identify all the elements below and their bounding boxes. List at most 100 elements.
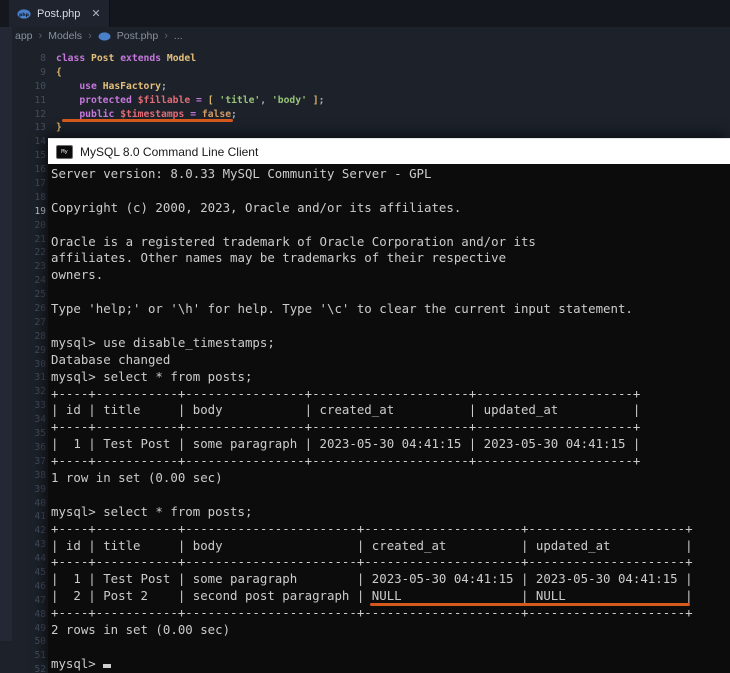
line-number: 43: [34, 539, 46, 551]
console-line: | 1 | Test Post | some paragraph | 2023-…: [51, 571, 693, 587]
code-line: {: [56, 66, 62, 78]
line-number: 46: [34, 580, 46, 592]
console-line: | id | title | body | created_at | updat…: [51, 402, 641, 418]
svg-text:php: php: [19, 11, 30, 17]
line-number: 25: [34, 289, 46, 301]
code-line: }: [56, 122, 62, 134]
mysql-window-title: MySQL 8.0 Command Line Client: [80, 144, 259, 159]
line-number: 28: [34, 330, 46, 342]
console-output: Server version: 8.0.33 MySQL Community S…: [51, 166, 730, 656]
line-number: 40: [34, 497, 46, 509]
mysql-titlebar[interactable]: My MySQL 8.0 Command Line Client: [48, 138, 730, 164]
terminal-cursor: [102, 663, 111, 668]
line-number: 19: [34, 205, 46, 217]
mysql-console-icon: My: [56, 144, 73, 159]
line-number: 24: [34, 275, 46, 287]
line-number: 10: [34, 80, 46, 92]
console-line: +----+-----------+----------------------…: [51, 554, 693, 570]
chevron-right-icon: ›: [164, 30, 168, 42]
line-number: 18: [34, 191, 46, 203]
chevron-right-icon: ›: [88, 30, 92, 42]
console-line: Database changed: [51, 351, 171, 367]
console-prompt: mysql>: [51, 655, 96, 671]
console-line: affiliates. Other names may be trademark…: [51, 250, 507, 266]
console-line: Server version: 8.0.33 MySQL Community S…: [51, 166, 432, 181]
line-number: 27: [34, 316, 46, 328]
annotation-underline-editor: [62, 119, 233, 122]
line-number: 49: [34, 622, 46, 634]
line-number: 23: [34, 261, 46, 273]
code-line: protected $fillable = [ 'title', 'body' …: [79, 94, 325, 106]
code-line: use HasFactory;: [79, 80, 167, 92]
line-number: 31: [34, 372, 46, 384]
breadcrumb-item-app[interactable]: app: [15, 30, 33, 42]
line-number: 39: [34, 483, 46, 495]
line-number: 38: [34, 469, 46, 481]
console-line: Copyright (c) 2000, 2023, Oracle and/or …: [51, 199, 462, 215]
console-line: 1 row in set (0.00 sec): [51, 470, 223, 486]
line-number: 14: [34, 136, 46, 148]
line-number: 20: [34, 219, 46, 231]
line-number: 29: [34, 344, 46, 356]
line-number: 13: [34, 122, 46, 134]
console-line: +----+-----------+----------------------…: [51, 520, 693, 536]
console-line: Oracle is a registered trademark of Orac…: [51, 233, 536, 249]
tab-post-php[interactable]: php Post.php ✕: [9, 0, 110, 27]
line-number: 35: [34, 428, 46, 440]
php-file-icon: [98, 31, 111, 41]
console-line: owners.: [51, 267, 104, 283]
line-number: 52: [34, 664, 46, 673]
tab-label: Post.php: [37, 7, 81, 20]
line-number: 41: [34, 511, 46, 523]
line-number: 17: [34, 178, 46, 190]
vscode-window: php Post.php ✕ app › Models › Post.php ›…: [0, 0, 730, 673]
line-number: 32: [34, 386, 46, 398]
php-file-icon: php: [17, 8, 31, 19]
console-line: Type 'help;' or '\h' for help. Type '\c'…: [51, 301, 633, 317]
console-line: | 2 | Post 2 | second post paragraph | N…: [51, 588, 730, 607]
line-number: 15: [34, 150, 46, 162]
editor-tab-bar: php Post.php ✕: [0, 0, 730, 27]
editor-gutter: 8 9 10 11 12 13 14 15 16 17 18 19 20 21 22 23 24 25 26 27 28…: [0, 52, 46, 673]
line-number: 22: [34, 247, 46, 259]
console-line: +----+-----------+----------------+-----…: [51, 385, 641, 401]
line-number: 50: [34, 636, 46, 648]
console-line: | 1 | Test Post | some paragraph | 2023-…: [51, 436, 641, 452]
console-line: mysql> select * from posts;: [51, 368, 253, 384]
line-number: 37: [34, 455, 46, 467]
line-number: 12: [34, 108, 46, 120]
console-line: +----+-----------+----------------+-----…: [51, 419, 641, 435]
line-number: 45: [34, 566, 46, 578]
chevron-right-icon: ›: [38, 30, 43, 42]
line-number: 33: [34, 400, 46, 412]
close-tab-icon[interactable]: ✕: [91, 7, 100, 20]
line-number: 11: [34, 94, 46, 106]
line-number: 16: [34, 164, 46, 176]
breadcrumb-item-file[interactable]: Post.php: [117, 30, 158, 42]
mysql-console[interactable]: Server version: 8.0.33 MySQL Community S…: [48, 164, 730, 673]
line-number: 42: [34, 525, 46, 537]
line-number: 44: [34, 553, 46, 565]
breadcrumb: app › Models › Post.php › ...: [15, 27, 183, 45]
editor-code[interactable]: class Post extends Model { use HasFactory…: [56, 52, 324, 135]
console-line: | id | title | body | created_at | updat…: [51, 537, 693, 553]
breadcrumb-item-symbol[interactable]: ...: [174, 30, 183, 42]
console-line: mysql> use disable_timestamps;: [51, 334, 275, 350]
line-number: 47: [34, 594, 46, 606]
line-number: 21: [34, 233, 46, 245]
line-number: 34: [34, 414, 46, 426]
mysql-window: My MySQL 8.0 Command Line Client Server …: [48, 138, 730, 673]
console-prompt-line: mysql>: [51, 656, 730, 673]
breadcrumb-item-models[interactable]: Models: [48, 30, 82, 42]
console-line: 2 rows in set (0.00 sec): [51, 622, 231, 638]
line-number: 48: [34, 608, 46, 620]
line-number: 36: [34, 441, 46, 453]
line-number: 9: [40, 66, 46, 78]
console-line: +----+-----------+----------------+-----…: [51, 453, 641, 469]
